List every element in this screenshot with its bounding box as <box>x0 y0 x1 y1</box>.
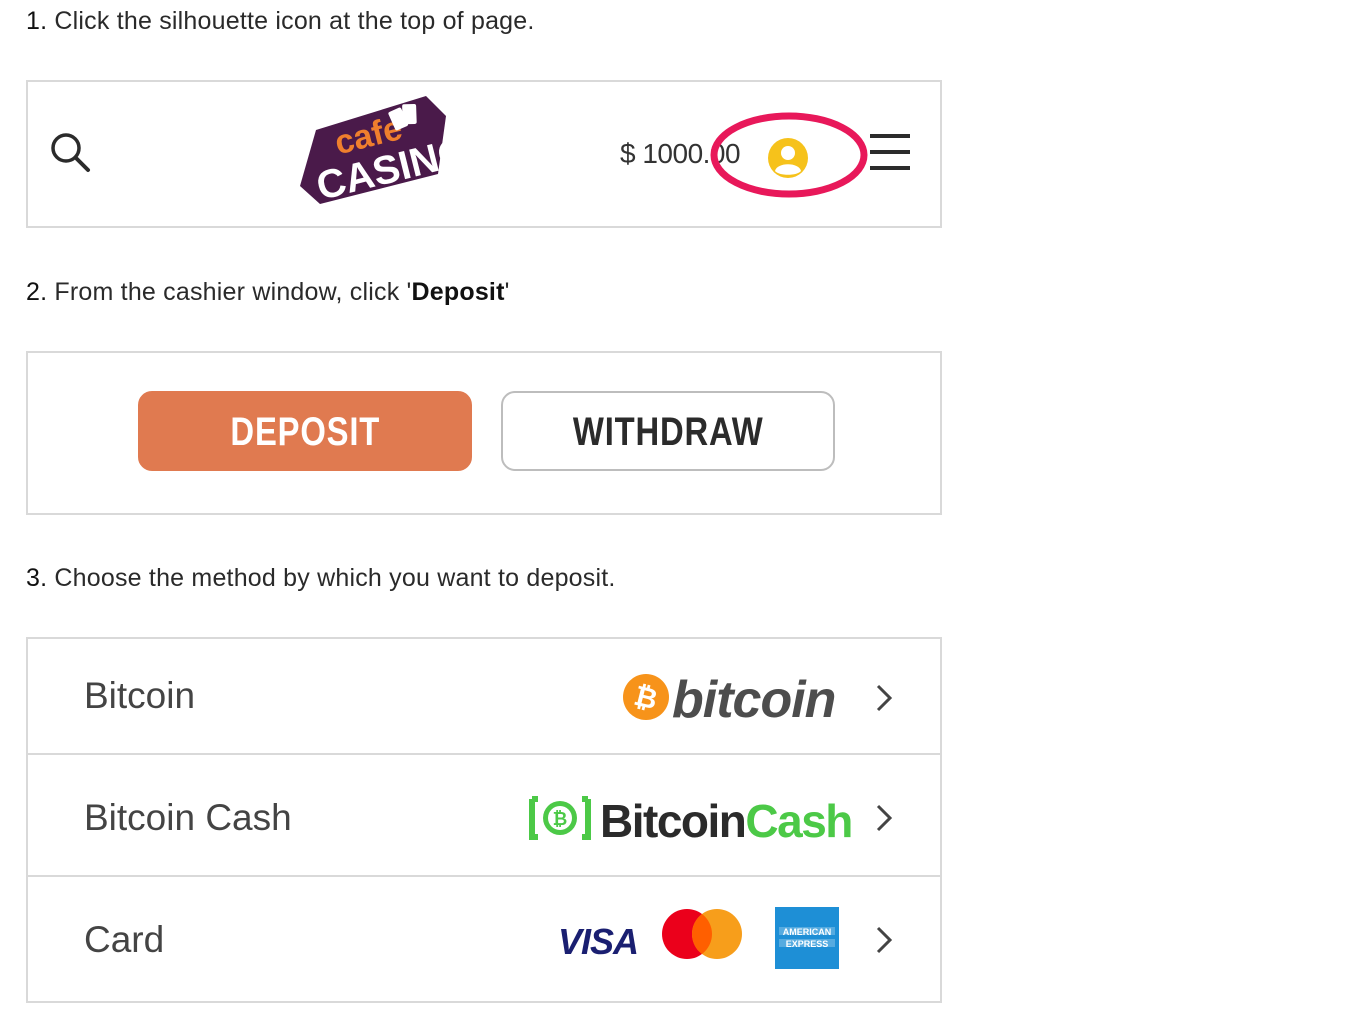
amex-text-1: AMERICAN <box>783 927 832 937</box>
chevron-right-icon <box>876 804 893 832</box>
amex-text-2: EXPRESS <box>786 939 829 949</box>
step-3-instruction: 3. Choose the method by which you want t… <box>26 564 616 593</box>
deposit-button[interactable]: DEPOSIT <box>138 391 472 471</box>
deposit-methods-list: Bitcoin ₿ bitcoin Bitcoin Cash ₿ Bitcoin… <box>26 637 942 1003</box>
account-balance: $ 1000.00 <box>620 138 741 169</box>
step-number: 1. <box>26 7 48 35</box>
step-number: 2. <box>26 278 48 306</box>
deposit-button-label: DEPOSIT <box>230 410 380 454</box>
method-label: Bitcoin Cash <box>84 797 292 838</box>
method-label: Card <box>84 919 165 960</box>
method-row-card[interactable]: Card VISA AMERICAN EXPRESS <box>28 875 940 1001</box>
amex-icon: AMERICAN EXPRESS <box>775 907 839 969</box>
mastercard-icon <box>662 909 742 959</box>
bitcoin-cash-symbol: ₿ <box>553 809 568 829</box>
withdraw-button-label: WITHDRAW <box>572 410 764 454</box>
bitcoin-cash-wordmark-1: Bitcoin <box>600 795 745 845</box>
user-icon[interactable] <box>766 136 810 180</box>
bitcoin-cash-icon: ₿ <box>529 796 591 840</box>
bitcoin-cash-logo: ₿ BitcoinCash <box>529 795 853 845</box>
step-number: 3. <box>26 564 48 592</box>
bitcoin-cash-wordmark-2: Cash <box>745 795 851 845</box>
step-1-instruction: 1. Click the silhouette icon at the top … <box>26 7 535 36</box>
withdraw-button[interactable]: WITHDRAW <box>501 391 835 471</box>
visa-logo: VISA <box>558 921 639 961</box>
chevron-right-icon <box>876 926 893 954</box>
svg-text:BitcoinCash: BitcoinCash <box>600 795 852 845</box>
cafe-casino-logo[interactable]: cafe CASINO <box>298 90 448 208</box>
bitcoin-wordmark: bitcoin <box>672 671 835 727</box>
chevron-right-icon <box>876 684 893 712</box>
visa-wordmark: VISA <box>558 921 638 961</box>
step-text-end: ' <box>504 278 510 306</box>
cashier-window-screenshot: DEPOSIT WITHDRAW <box>26 351 942 515</box>
step-text: Choose the method by which you want to d… <box>54 564 616 592</box>
step-text: Click the silhouette icon at the top of … <box>54 7 535 35</box>
step-text: From the cashier window, click ' <box>54 278 412 306</box>
method-label: Bitcoin <box>84 675 196 716</box>
site-header-screenshot: cafe CASINO $ 1000.00 <box>26 80 942 228</box>
step-text-bold: Deposit <box>411 278 505 306</box>
step-2-instruction: 2. From the cashier window, click 'Depos… <box>26 278 510 307</box>
bitcoin-logo: ₿ bitcoin <box>623 671 836 727</box>
method-row-bitcoin-cash[interactable]: Bitcoin Cash ₿ BitcoinCash <box>28 753 940 877</box>
method-row-bitcoin[interactable]: Bitcoin ₿ bitcoin <box>28 639 940 755</box>
menu-icon[interactable] <box>866 130 914 174</box>
search-icon[interactable] <box>48 130 92 174</box>
